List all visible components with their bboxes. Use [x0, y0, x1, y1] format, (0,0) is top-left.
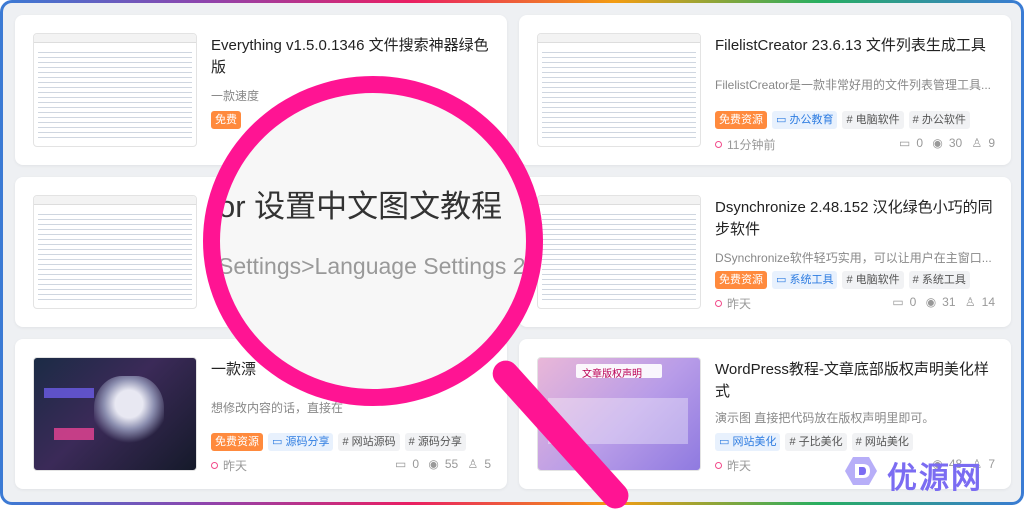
tag-hash[interactable]: # 电脑软件 [842, 271, 904, 289]
tag-hash[interactable]: # 电脑软件 [842, 111, 904, 129]
tag-free[interactable]: 免费 [211, 111, 241, 129]
comment-count: 0 [412, 457, 420, 471]
like-count: 5 [484, 457, 491, 471]
logo-d-icon [845, 457, 877, 485]
post-excerpt: 演示图 直接把代码放在版权声明里即可。 [715, 411, 935, 425]
tag-hash[interactable]: # 系统工具 [908, 271, 970, 289]
magnified-subtitle: Settings>Language Settings 2 [218, 253, 526, 279]
tag-category[interactable]: ▭ 系统工具 [772, 271, 838, 289]
site-logo: 优源网 [843, 453, 1013, 495]
view-count: 30 [948, 136, 963, 150]
page-frame: Everything v1.5.0.1346 文件搜索神器绿色版 一款速度 免费… [0, 0, 1024, 514]
thumb-text: 文章版权声明 [582, 369, 642, 380]
post-time: 昨天 [715, 457, 751, 474]
tag-free[interactable]: 免费资源 [715, 111, 767, 129]
logo-text: 优源网 [887, 462, 983, 495]
tag-hash[interactable]: # 源码分享 [404, 433, 466, 451]
folder-icon: ▭ [719, 436, 733, 448]
post-time: 昨天 [211, 457, 247, 474]
post-title[interactable]: FilelistCreator 23.6.13 文件列表生成工具 [715, 35, 995, 57]
post-title[interactable]: Dsynchronize 2.48.152 汉化绿色小巧的同步软件 [715, 197, 995, 241]
tag-hash[interactable]: # 办公软件 [908, 111, 970, 129]
post-thumbnail[interactable] [537, 195, 701, 309]
eye-icon: ◉ [932, 136, 943, 150]
eye-icon: ◉ [428, 457, 439, 471]
like-count: 9 [988, 136, 995, 150]
folder-icon: ▭ [272, 436, 286, 448]
view-count: 55 [444, 457, 459, 471]
folder-icon: ▭ [776, 114, 790, 126]
tag-free[interactable]: 免费资源 [715, 271, 767, 289]
thumb-up-icon: ♙ [467, 457, 479, 471]
post-thumbnail[interactable] [33, 33, 197, 147]
tag-category[interactable]: ▭ 网站美化 [715, 433, 781, 451]
tag-hash[interactable]: # 网站源码 [338, 433, 400, 451]
comment-icon: ▭ [892, 295, 904, 309]
post-title[interactable]: WordPress教程-文章底部版权声明美化样式 [715, 359, 995, 403]
view-count: 31 [942, 295, 956, 309]
comment-icon: ▭ [898, 136, 911, 150]
tag-hash[interactable]: # 子比美化 [785, 433, 847, 451]
post-time: 11分钟前 [715, 136, 775, 153]
comment-count: 0 [909, 295, 917, 309]
magnifier-lens: or 设置中文图文教程 Settings>Language Settings 2 [203, 76, 543, 406]
tag-hash[interactable]: # 网站美化 [851, 433, 913, 451]
tag-free[interactable]: 免费资源 [211, 433, 263, 451]
thumb-up-icon: ♙ [971, 136, 983, 150]
tag-category[interactable]: ▭ 办公教育 [772, 111, 838, 129]
magnified-title: or 设置中文图文教程 [218, 189, 503, 224]
post-title[interactable]: Everything v1.5.0.1346 文件搜索神器绿色版 [211, 35, 491, 79]
post-thumbnail[interactable] [33, 357, 197, 471]
post-card-filelistcreator[interactable]: FilelistCreator 23.6.13 文件列表生成工具 Filelis… [519, 15, 1011, 165]
comment-icon: ▭ [394, 457, 407, 471]
post-excerpt: DSynchronize软件轻巧实用，可以让用户在主窗口... [715, 251, 992, 265]
folder-icon: ▭ [776, 274, 790, 286]
thumb-up-icon: ♙ [964, 295, 976, 309]
post-excerpt: FilelistCreator是一款非常好用的文件列表管理工具... [715, 78, 992, 92]
post-time: 昨天 [715, 295, 751, 312]
like-count: 14 [981, 295, 995, 309]
post-card-dsynchronize[interactable]: Dsynchronize 2.48.152 汉化绿色小巧的同步软件 DSynch… [519, 177, 1011, 327]
post-thumbnail[interactable] [33, 195, 197, 309]
eye-icon: ◉ [925, 295, 937, 309]
comment-count: 0 [916, 136, 924, 150]
tag-category[interactable]: ▭ 源码分享 [268, 433, 334, 451]
post-thumbnail[interactable] [537, 33, 701, 147]
